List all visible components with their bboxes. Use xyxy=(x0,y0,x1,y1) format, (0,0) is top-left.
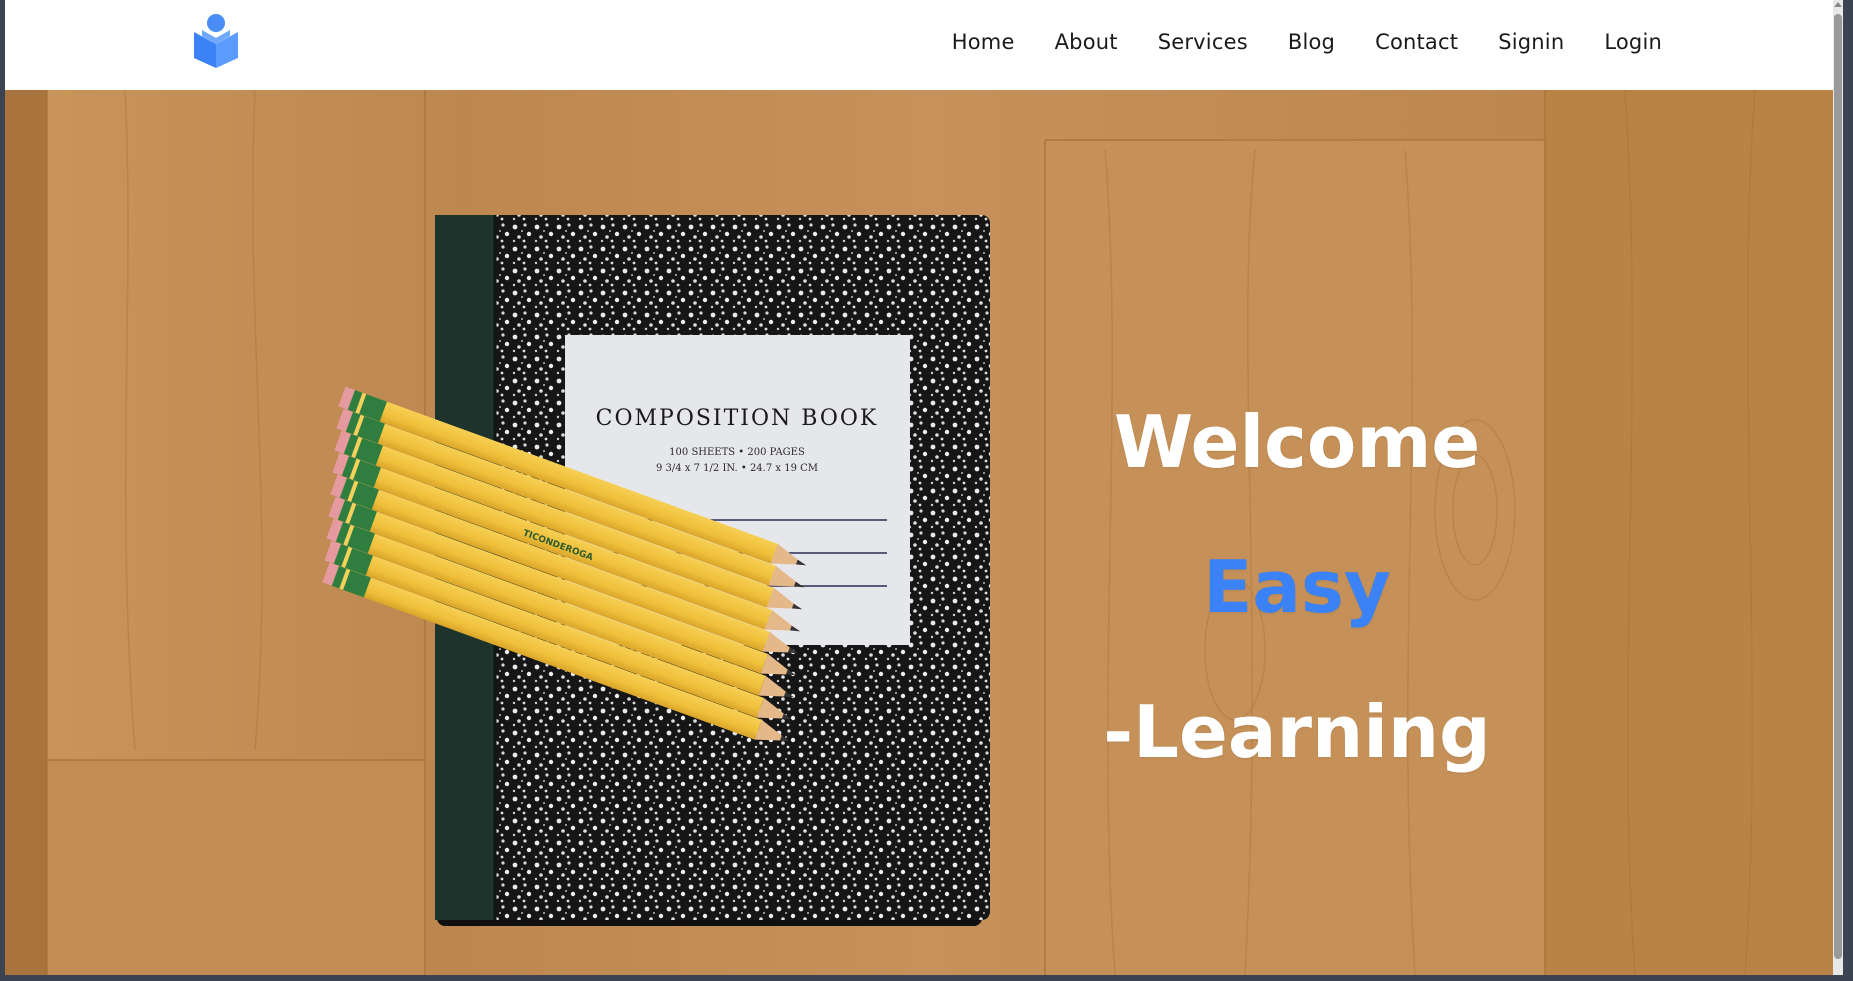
navbar: Home About Services Blog Contact Signin … xyxy=(5,0,1843,90)
hero-section: COMPOSITION BOOK 100 SHEETS • 200 PAGES … xyxy=(5,90,1843,975)
nav-link-contact[interactable]: Contact xyxy=(1375,30,1458,54)
nav-link-blog[interactable]: Blog xyxy=(1288,30,1335,54)
nav-links: Home About Services Blog Contact Signin … xyxy=(952,0,1662,84)
hero-background-image: COMPOSITION BOOK 100 SHEETS • 200 PAGES … xyxy=(5,90,1843,975)
hero-heading: Welcome Easy -Learning xyxy=(1057,370,1537,805)
hero-line-learning: -Learning xyxy=(1103,690,1491,774)
nav-link-login[interactable]: Login xyxy=(1604,30,1662,54)
page: Home About Services Blog Contact Signin … xyxy=(5,0,1843,975)
nav-link-about[interactable]: About xyxy=(1055,30,1118,54)
book-subtitle: 100 SHEETS • 200 PAGES xyxy=(669,447,805,458)
hero-line-easy: Easy xyxy=(1203,545,1391,629)
scroll-up-icon[interactable] xyxy=(1834,2,1842,7)
scrollbar-thumb[interactable] xyxy=(1834,14,1842,959)
nav-link-signin[interactable]: Signin xyxy=(1498,30,1564,54)
book-reader-icon[interactable] xyxy=(192,12,240,68)
hero-line-welcome: Welcome xyxy=(1113,400,1481,484)
nav-link-services[interactable]: Services xyxy=(1158,30,1248,54)
vertical-scrollbar[interactable] xyxy=(1833,0,1843,975)
book-title: COMPOSITION BOOK xyxy=(596,406,879,431)
book-size: 9 3/4 x 7 1/2 IN. • 24.7 x 19 CM xyxy=(656,463,818,474)
nav-link-home[interactable]: Home xyxy=(952,30,1015,54)
